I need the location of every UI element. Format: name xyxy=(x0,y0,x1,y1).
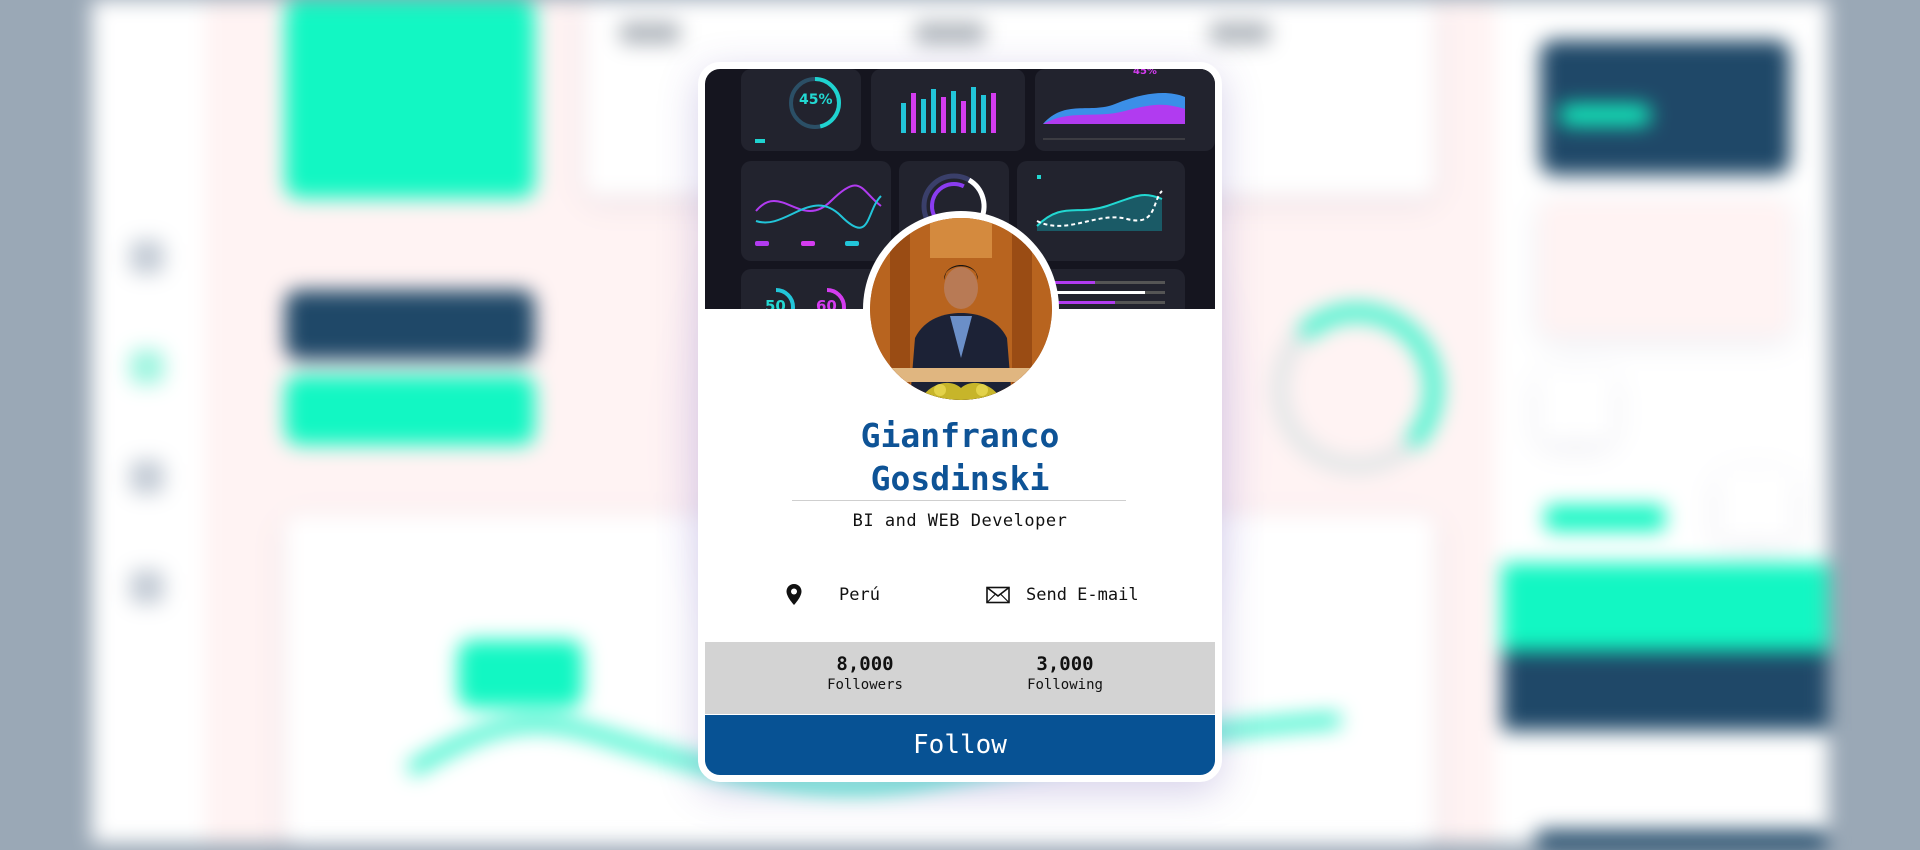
backdrop-bar xyxy=(1545,505,1665,531)
backdrop-text xyxy=(620,22,680,44)
cover-gauge-graphic xyxy=(755,77,841,143)
backdrop-rail-icon xyxy=(130,460,164,494)
location-item: Perú xyxy=(785,577,880,613)
cover-wave-chart-graphic xyxy=(1036,175,1163,231)
cover-area-chart-graphic xyxy=(1043,93,1185,140)
following-label: Following xyxy=(1027,677,1103,693)
name-divider xyxy=(792,500,1126,501)
backdrop-rail-icon xyxy=(130,350,164,384)
cover-bar-chart-graphic xyxy=(901,87,996,133)
profile-card: 45% 45% 50 60 Gianfranco Gosdinski BI an… xyxy=(698,62,1222,782)
backdrop-tile xyxy=(1502,651,1828,731)
followers-stat[interactable]: 8,000 Followers xyxy=(785,652,945,694)
cover-line-chart-graphic xyxy=(755,184,882,246)
backdrop-tile xyxy=(285,0,535,198)
backdrop-tile xyxy=(1535,830,1828,850)
profile-last-name: Gosdinski xyxy=(870,459,1050,498)
following-stat[interactable]: 3,000 Following xyxy=(985,652,1145,694)
backdrop-tile xyxy=(1540,370,1612,440)
avatar-photo xyxy=(870,218,1052,400)
send-email-label[interactable]: Send E-mail xyxy=(1026,585,1139,605)
followers-label: Followers xyxy=(827,677,903,693)
follow-button[interactable]: Follow xyxy=(705,715,1215,775)
profile-name: Gianfranco Gosdinski xyxy=(705,414,1215,500)
cover-bar-chart-panel xyxy=(871,69,1025,151)
backdrop-tile xyxy=(285,375,535,445)
backdrop-tile xyxy=(1502,563,1828,651)
location-label: Perú xyxy=(839,585,880,605)
cover-gauge-value: 45% xyxy=(799,92,833,108)
stats-bar: 8,000 Followers 3,000 Following xyxy=(705,642,1215,714)
backdrop-text xyxy=(1210,22,1270,44)
map-pin-icon xyxy=(785,583,803,607)
following-count: 3,000 xyxy=(1036,653,1094,675)
cover-gauge-panel: 45% xyxy=(741,69,861,151)
cover-wave-chart-panel xyxy=(1017,161,1185,261)
backdrop-tile xyxy=(285,290,535,360)
avatar[interactable] xyxy=(870,218,1052,400)
envelope-icon xyxy=(986,586,1010,604)
avatar-frame xyxy=(863,211,1059,407)
backdrop-tile xyxy=(1540,200,1790,335)
cover-line-chart-panel xyxy=(741,161,891,261)
cover-mini-gauge-a: 50 xyxy=(765,297,786,309)
cover-area-chart-value: 45% xyxy=(1133,69,1157,77)
profile-role: BI and WEB Developer xyxy=(852,511,1068,531)
followers-count: 8,000 xyxy=(836,653,894,675)
profile-first-name: Gianfranco xyxy=(860,416,1060,455)
cover-mini-gauge-b: 60 xyxy=(816,297,837,309)
backdrop-rail-icon xyxy=(130,570,164,604)
send-email-link[interactable]: Send E-mail xyxy=(986,577,1139,613)
backdrop-rail-icon xyxy=(130,240,164,274)
backdrop-bar xyxy=(1560,105,1650,125)
backdrop-tile xyxy=(1720,470,1792,540)
cover-area-chart-panel: 45% xyxy=(1035,69,1215,151)
